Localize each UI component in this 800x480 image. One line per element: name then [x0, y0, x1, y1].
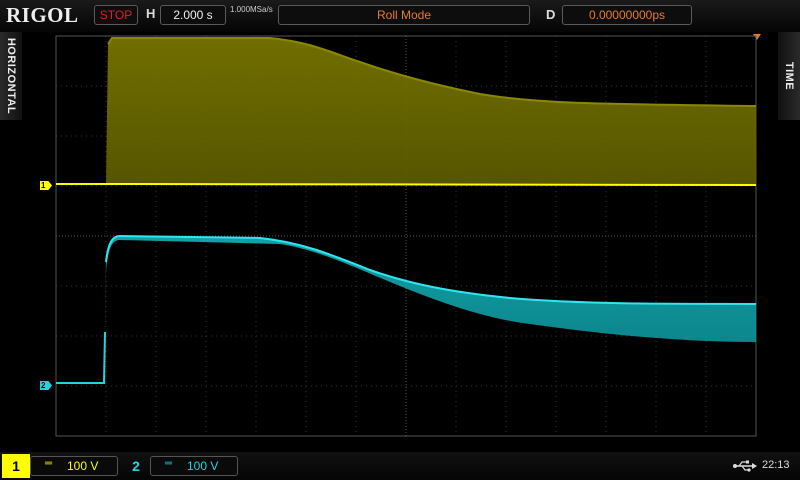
- delay-label: D: [546, 7, 556, 22]
- delay-value[interactable]: 0.00000000ps: [562, 5, 692, 25]
- bottom-status-bar: 1 ═ 100 V 2 ═ 100 V 22:13: [0, 452, 800, 480]
- ch1-waveform-envelope: [106, 38, 756, 184]
- timebase-value[interactable]: 2.000 s: [160, 5, 226, 25]
- usb-icon: [733, 460, 757, 472]
- sample-rate: 1.000MSa/s: [230, 5, 273, 14]
- ch1-baseline-trace: [56, 183, 757, 186]
- dc-coupling-icon: ═: [165, 458, 173, 469]
- channel-2-scale-box[interactable]: ═ 100 V: [150, 456, 238, 476]
- acquisition-mode[interactable]: Roll Mode: [278, 5, 530, 25]
- channel-2-number: 2: [132, 458, 140, 474]
- top-status-bar: RIGOL STOP H 2.000 s 1.000MSa/s Roll Mod…: [0, 0, 800, 32]
- channel-2-scale: 100 V: [187, 459, 219, 473]
- channel-1-scale-box[interactable]: ═ 100 V: [30, 456, 118, 476]
- timebase-label: H: [146, 6, 156, 21]
- dc-coupling-icon: ═: [45, 458, 53, 469]
- channel-1-scale: 100 V: [67, 459, 99, 473]
- channel-2-button[interactable]: 2 ═ 100 V: [122, 454, 242, 478]
- waveform-display[interactable]: [0, 32, 800, 452]
- system-clock: 22:13: [762, 459, 790, 471]
- channel-1-button[interactable]: 1 ═ 100 V: [2, 454, 122, 478]
- ch2-waveform-envelope: [104, 236, 756, 382]
- channel-1-number: 1: [2, 454, 30, 478]
- brand-logo: RIGOL: [6, 3, 79, 27]
- ch2-baseline-trace: [56, 331, 106, 384]
- run-stop-status[interactable]: STOP: [94, 5, 138, 25]
